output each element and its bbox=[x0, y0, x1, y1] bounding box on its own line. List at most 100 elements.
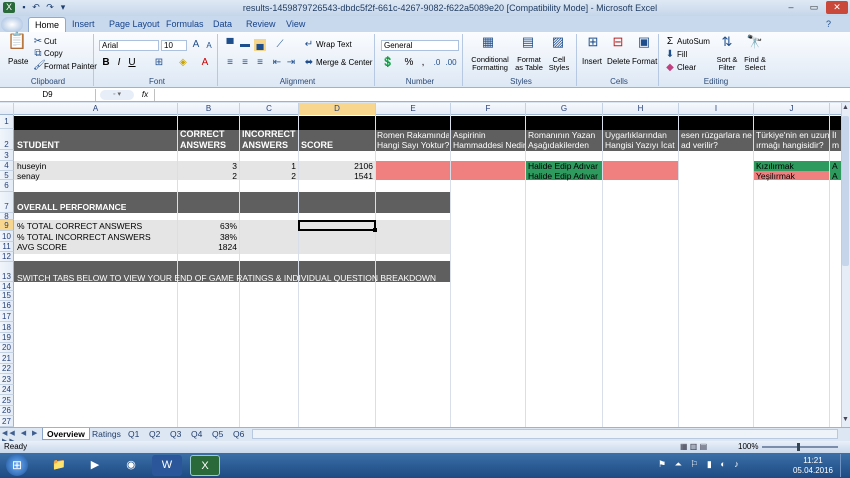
find-select-button[interactable]: Find & Select bbox=[742, 56, 768, 72]
currency-icon[interactable]: 💲 bbox=[381, 57, 395, 69]
column-header-g[interactable]: G bbox=[526, 103, 603, 115]
scroll-up-icon[interactable]: ▲ bbox=[842, 104, 849, 113]
cell-c4[interactable]: 1 bbox=[242, 162, 296, 171]
row-header-15[interactable]: 15 bbox=[0, 291, 14, 301]
view-buttons[interactable]: ▦ ▥ ▤ bbox=[680, 442, 716, 451]
cell-b2-line1[interactable]: CORRECT bbox=[180, 130, 225, 139]
help-icon[interactable]: ? bbox=[826, 19, 831, 29]
row-header-11[interactable]: 11 bbox=[0, 242, 14, 252]
row-header-5[interactable]: 5 bbox=[0, 171, 14, 180]
cell-e2-line1[interactable]: Romen Rakamında bbox=[377, 131, 449, 140]
cell-a2[interactable]: STUDENT bbox=[17, 141, 60, 150]
cell-c2-line2[interactable]: ANSWERS bbox=[242, 141, 288, 150]
cell-j2-line1[interactable]: Türkiye'nin en uzun bbox=[756, 131, 829, 140]
scroll-down-icon[interactable]: ▼ bbox=[842, 416, 849, 425]
row-header-17[interactable]: 17 bbox=[0, 311, 14, 322]
tab-home[interactable]: Home bbox=[28, 17, 67, 32]
row-header-13[interactable]: 13 bbox=[0, 262, 14, 282]
cell-b9[interactable]: 63% bbox=[180, 222, 237, 231]
cell-h2-line1[interactable]: Uygarlıklarından bbox=[605, 131, 678, 140]
name-box[interactable]: D9 bbox=[0, 89, 96, 101]
align-left-icon[interactable]: ≡ bbox=[224, 57, 236, 69]
row-header-23[interactable]: 23 bbox=[0, 374, 14, 385]
cell-styles-button[interactable]: Cell Styles bbox=[546, 56, 572, 72]
number-format-combo[interactable]: General bbox=[381, 40, 459, 51]
insert-function-button[interactable]: fx bbox=[138, 89, 152, 101]
tab-review[interactable]: Review bbox=[240, 17, 282, 32]
sheet-tab-q6[interactable]: Q6 bbox=[229, 428, 248, 440]
percent-button[interactable]: % bbox=[403, 57, 415, 69]
sheet-tab-q2[interactable]: Q2 bbox=[145, 428, 164, 440]
borders-icon[interactable]: ⊞ bbox=[152, 57, 166, 69]
row-header-19[interactable]: 19 bbox=[0, 333, 14, 343]
selected-cell-d9[interactable] bbox=[298, 220, 376, 231]
cell-g5[interactable]: Halide Edip Adıvar bbox=[528, 172, 602, 181]
column-header-i[interactable]: I bbox=[679, 103, 754, 115]
grow-font-icon[interactable]: A bbox=[190, 39, 202, 51]
row-header-10[interactable]: 10 bbox=[0, 231, 14, 242]
cell-i2-line2[interactable]: ad verilir? bbox=[681, 141, 753, 150]
autosum-button[interactable]: AutoSum bbox=[677, 37, 710, 47]
cell-d4[interactable]: 2106 bbox=[301, 162, 373, 171]
font-name-combo[interactable]: Arial bbox=[99, 40, 159, 51]
row-header-27[interactable]: 27 bbox=[0, 416, 14, 427]
cell-f2-line1[interactable]: Aspirinin bbox=[453, 131, 525, 140]
sheet-tab-q4[interactable]: Q4 bbox=[187, 428, 206, 440]
cell-d2[interactable]: SCORE bbox=[301, 141, 333, 150]
cell-a9[interactable]: % TOTAL CORRECT ANSWERS bbox=[17, 222, 142, 231]
cell-k5[interactable]: A bbox=[832, 172, 841, 181]
comma-button[interactable]: , bbox=[418, 57, 428, 69]
decrease-indent-icon[interactable]: ⇤ bbox=[271, 57, 283, 69]
cell-a11[interactable]: AVG SCORE bbox=[17, 243, 67, 252]
align-top-icon[interactable]: ▀ bbox=[224, 39, 236, 51]
row-header-8[interactable]: 8 bbox=[0, 213, 14, 221]
row-header-21[interactable]: 21 bbox=[0, 353, 14, 364]
insert-cells-button[interactable]: Insert bbox=[582, 57, 602, 67]
clear-button[interactable]: Clear bbox=[677, 63, 696, 73]
tab-data[interactable]: Data bbox=[207, 17, 238, 32]
font-size-combo[interactable]: 10 bbox=[161, 40, 187, 51]
cell-a7[interactable]: OVERALL PERFORMANCE bbox=[17, 203, 126, 212]
minimize-button[interactable]: – bbox=[780, 1, 802, 14]
cell-i2-line1[interactable]: esen rüzgarlara ne bbox=[681, 131, 753, 140]
cell-j2-line2[interactable]: ırmağı hangisidir? bbox=[756, 141, 829, 150]
formula-input[interactable] bbox=[154, 89, 838, 101]
sort-filter-button[interactable]: Sort & Filter bbox=[713, 56, 741, 72]
cell-d5[interactable]: 1541 bbox=[301, 172, 373, 181]
column-header-d[interactable]: D bbox=[299, 103, 376, 115]
maximize-button[interactable]: ▭ bbox=[803, 1, 825, 14]
shrink-font-icon[interactable]: A bbox=[203, 40, 215, 52]
close-button[interactable]: ✕ bbox=[826, 1, 848, 14]
row-header-20[interactable]: 20 bbox=[0, 343, 14, 353]
decrease-decimal-icon[interactable]: .00 bbox=[445, 57, 457, 69]
row-header-22[interactable]: 22 bbox=[0, 364, 14, 374]
explorer-taskbar-icon[interactable]: 📁 bbox=[44, 455, 74, 476]
column-header-f[interactable]: F bbox=[451, 103, 526, 115]
cell-j4[interactable]: Kızılırmak bbox=[756, 162, 829, 171]
row-header-3[interactable]: 3 bbox=[0, 150, 14, 161]
worksheet-grid[interactable]: STUDENT CORRECT ANSWERS INCORRECT ANSWER… bbox=[0, 103, 841, 427]
cell-g2-line2[interactable]: Aşağıdakilerden bbox=[528, 141, 602, 150]
tab-insert[interactable]: Insert bbox=[66, 17, 101, 32]
zoom-slider[interactable] bbox=[762, 446, 838, 448]
tab-page-layout[interactable]: Page Layout bbox=[103, 17, 166, 32]
cell-b11[interactable]: 1824 bbox=[180, 243, 237, 252]
cell-b5[interactable]: 2 bbox=[180, 172, 237, 181]
cell-b2-line2[interactable]: ANSWERS bbox=[180, 141, 226, 150]
fill-color-icon[interactable]: ◈ bbox=[176, 57, 190, 69]
column-header-h[interactable]: H bbox=[603, 103, 679, 115]
word-taskbar-icon[interactable]: W bbox=[152, 455, 182, 476]
sheet-tab-q3[interactable]: Q3 bbox=[166, 428, 185, 440]
system-tray-icons[interactable]: ⚑ ⏶ ⚐ ▮ ◐ ♪ bbox=[658, 459, 778, 470]
formula-controls[interactable]: ◦ ▾ bbox=[100, 90, 134, 100]
row-header-14[interactable]: 14 bbox=[0, 282, 14, 291]
row-header-6[interactable]: 6 bbox=[0, 180, 14, 192]
wrap-text-button[interactable]: Wrap Text bbox=[316, 40, 352, 50]
row-header-18[interactable]: 18 bbox=[0, 322, 14, 333]
cell-g2-line1[interactable]: Romanının Yazan bbox=[528, 131, 602, 140]
align-bottom-icon[interactable]: ▄ bbox=[254, 39, 266, 51]
font-color-icon[interactable]: A bbox=[198, 57, 212, 69]
row-header-12[interactable]: 12 bbox=[0, 252, 14, 262]
redo-icon[interactable]: ↷ bbox=[44, 2, 56, 13]
undo-icon[interactable]: ↶ bbox=[30, 2, 42, 13]
